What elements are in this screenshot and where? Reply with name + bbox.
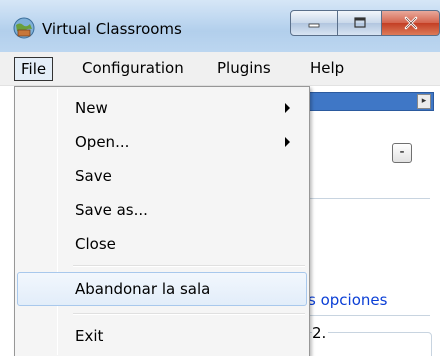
arrow-right-icon: ▸ (421, 96, 427, 106)
menu-configuration[interactable]: Configuration (76, 57, 190, 81)
menu-help[interactable]: Help (304, 57, 350, 81)
globe-classroom-icon (13, 17, 35, 39)
window-controls (290, 10, 440, 40)
menu-item-label: Exit (75, 327, 104, 345)
menu-item-exit[interactable]: Exit (17, 319, 307, 353)
options-link[interactable]: s opciones (308, 291, 387, 309)
selected-row[interactable]: ▸ (300, 92, 434, 111)
minimize-icon (308, 23, 320, 28)
menu-item-label: Save as... (75, 201, 148, 219)
menu-item-close[interactable]: Close (17, 227, 307, 261)
submenu-arrow-icon (285, 103, 290, 113)
maximize-icon (353, 17, 366, 28)
close-icon (404, 16, 417, 30)
menu-item-label: Open... (75, 133, 130, 151)
menu-item-label: Abandonar la sala (75, 280, 211, 298)
menu-item-new[interactable]: New (17, 91, 307, 125)
close-button[interactable] (382, 10, 440, 36)
menu-separator (73, 265, 305, 267)
section-label: 2. (312, 324, 329, 342)
menu-item-abandonar-la-sala[interactable]: Abandonar la sala (17, 272, 307, 306)
minimize-button[interactable] (290, 10, 338, 36)
title-bar: Virtual Classrooms (0, 0, 440, 52)
maximize-button[interactable] (338, 10, 382, 36)
collapse-button[interactable]: - (392, 143, 412, 163)
menu-bar: File Configuration Plugins Help (0, 52, 440, 86)
menu-item-save[interactable]: Save (17, 159, 307, 193)
scroll-right-button[interactable]: ▸ (417, 94, 431, 109)
submenu-arrow-icon (285, 137, 290, 147)
menu-item-open[interactable]: Open... (17, 125, 307, 159)
window-title: Virtual Classrooms (42, 20, 182, 38)
menu-item-label: Save (75, 167, 112, 185)
menu-plugins[interactable]: Plugins (211, 57, 277, 81)
menu-separator (73, 313, 305, 315)
menu-item-label: New (75, 99, 108, 117)
menu-file[interactable]: File (14, 57, 54, 81)
menu-item-label: Close (75, 235, 116, 253)
menu-item-save-as[interactable]: Save as... (17, 193, 307, 227)
file-dropdown-menu: New Open... Save Save as... Close Abando… (14, 86, 310, 356)
